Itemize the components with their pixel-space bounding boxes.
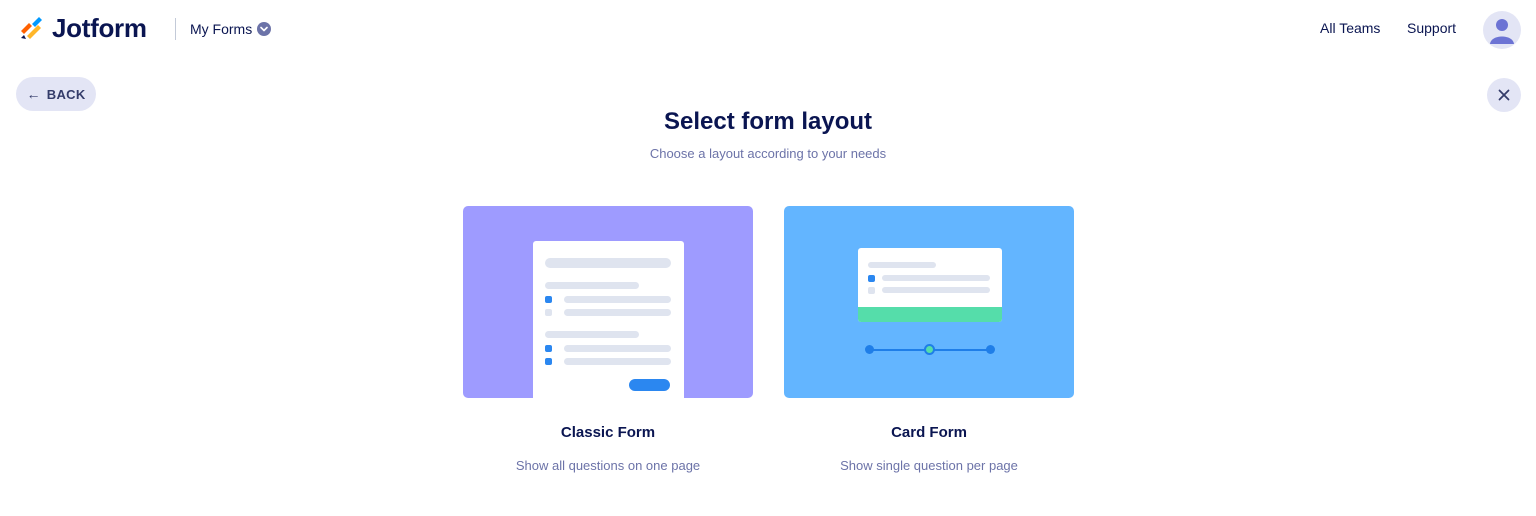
brand-name: Jotform xyxy=(52,12,147,43)
arrow-left-icon: ← xyxy=(26,86,41,102)
my-forms-label: My Forms xyxy=(190,21,253,37)
classic-form-illustration xyxy=(533,241,684,398)
header-divider xyxy=(175,18,176,40)
card-form-preview xyxy=(784,206,1074,398)
my-forms-dropdown[interactable]: My Forms xyxy=(190,19,272,39)
user-icon xyxy=(1490,19,1514,44)
classic-form-description: Show all questions on one page xyxy=(515,458,701,473)
back-button-label: BACK xyxy=(46,86,86,102)
card-form-option[interactable]: Card Form Show single question per page xyxy=(784,206,1074,473)
back-button[interactable]: ← BACK xyxy=(16,77,96,111)
card-form-description: Show single question per page xyxy=(840,458,1018,473)
card-form-title: Card Form xyxy=(891,424,967,441)
classic-form-preview xyxy=(463,206,753,398)
chevron-down-icon xyxy=(257,22,272,36)
jotform-logo[interactable]: Jotform xyxy=(18,13,147,43)
close-button[interactable] xyxy=(1487,78,1521,112)
jotform-logo-icon xyxy=(21,17,42,39)
top-navigation-bar: Jotform My Forms All Teams Support xyxy=(0,0,1536,60)
user-avatar[interactable] xyxy=(1483,11,1521,49)
support-link[interactable]: Support xyxy=(1407,20,1456,36)
all-teams-link[interactable]: All Teams xyxy=(1320,20,1380,36)
classic-form-option[interactable]: Classic Form Show all questions on one p… xyxy=(463,206,753,473)
page-subtitle: Choose a layout according to your needs xyxy=(649,146,887,161)
page-title: Select form layout xyxy=(663,108,873,135)
card-form-illustration xyxy=(858,248,1002,322)
close-icon xyxy=(1498,89,1510,101)
classic-form-title: Classic Form xyxy=(560,424,656,441)
